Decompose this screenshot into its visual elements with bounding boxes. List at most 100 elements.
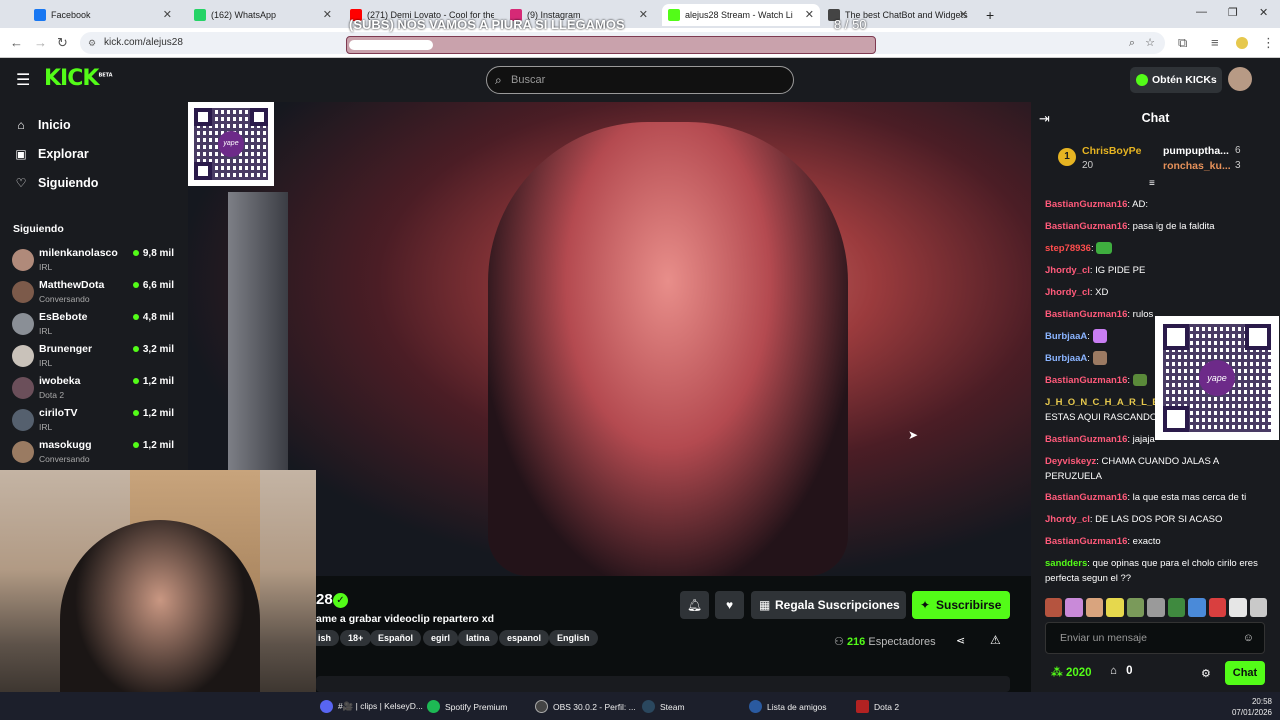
tab-facebook[interactable]: Facebook ✕ xyxy=(28,4,178,26)
chat-username[interactable]: BastianGuzman16 xyxy=(1045,536,1127,547)
chat-username[interactable]: sandders xyxy=(1045,558,1087,569)
chat-message: Jhordy_cl: XD xyxy=(1045,287,1109,298)
back-icon[interactable]: ← xyxy=(10,35,23,50)
hamburger-menu-icon[interactable]: ☰ xyxy=(16,70,30,90)
subscribe-button[interactable]: ✦ Suscribirse xyxy=(912,591,1010,619)
tab-whatsapp[interactable]: (162) WhatsApp ✕ xyxy=(188,4,338,26)
following-channel[interactable]: masokugg Conversando 1,2 mil xyxy=(12,437,180,467)
chat-username[interactable]: BastianGuzman16 xyxy=(1045,434,1127,445)
share-icon[interactable]: ⋖ xyxy=(956,634,965,647)
chat-username[interactable]: BurbjaaA xyxy=(1045,331,1087,342)
sidebar-item-siguiendo[interactable]: ♡ Siguiendo xyxy=(14,176,99,190)
follow-button[interactable]: ♥ xyxy=(715,591,744,619)
taskbar-item-friends[interactable]: Lista de amigos xyxy=(749,700,827,713)
close-icon[interactable]: ✕ xyxy=(163,8,172,21)
emote-icon[interactable] xyxy=(1065,598,1083,617)
chat-username[interactable]: BastianGuzman16 xyxy=(1045,375,1127,386)
chat-username[interactable]: BastianGuzman16 xyxy=(1045,221,1127,232)
emote-icon[interactable] xyxy=(1229,598,1247,617)
taskbar-item-discord[interactable]: #🎥 | clips | KelseyD... xyxy=(320,700,423,713)
stream-tag[interactable]: English xyxy=(549,630,598,646)
emote-icon[interactable] xyxy=(1208,598,1227,617)
emote-icon[interactable] xyxy=(1147,598,1165,617)
following-channel[interactable]: ciriloTV IRL 1,2 mil xyxy=(12,405,180,435)
minimize-icon[interactable]: — xyxy=(1196,6,1207,18)
taskbar-item-dota[interactable]: Dota 2 xyxy=(856,700,899,713)
following-section-title: Siguiendo xyxy=(13,223,64,235)
expand-leaderboard-icon[interactable]: ≡ xyxy=(1149,178,1155,189)
site-header: ☰ KICKBETA ⌕ Buscar Obtén KICKs xyxy=(0,58,1280,102)
following-channel[interactable]: EsBebote IRL 4,8 mil xyxy=(12,309,180,339)
viewers-label: Espectadores xyxy=(868,636,936,648)
kicks-balance[interactable]: ⁂ 2020 xyxy=(1051,665,1092,679)
chat-username[interactable]: step78936 xyxy=(1045,243,1091,254)
stream-tag[interactable]: latina xyxy=(458,630,498,646)
gift-subs-button[interactable]: ▦ Regala Suscripciones xyxy=(751,591,906,619)
following-channel[interactable]: iwobeka Dota 2 1,2 mil xyxy=(12,373,180,403)
reload-icon[interactable]: ↻ xyxy=(57,35,68,51)
streamer-name[interactable]: 28 xyxy=(316,591,333,608)
chat-message: BastianGuzman16: pasa ig de la faldita xyxy=(1045,221,1215,232)
chat-message-input[interactable]: Enviar un mensaje ☺ xyxy=(1045,622,1265,654)
chat-settings-icon[interactable]: ⚙ xyxy=(1201,667,1211,680)
close-icon[interactable]: ✕ xyxy=(639,8,648,21)
report-icon[interactable]: ⚠ xyxy=(990,633,1001,647)
emote-icon[interactable] xyxy=(1249,598,1267,617)
top-gifter-name[interactable]: ChrisBoyPe xyxy=(1082,145,1142,157)
close-icon[interactable]: ✕ xyxy=(805,8,814,21)
browser-menu-icon[interactable]: ⋮ xyxy=(1262,35,1275,51)
taskbar-item-obs[interactable]: OBS 30.0.2 - Perfil: ... xyxy=(535,700,636,713)
chat-username[interactable]: BastianGuzman16 xyxy=(1045,199,1127,210)
following-channel[interactable]: milenkanolasco IRL 9,8 mil xyxy=(12,245,180,275)
site-info-icon[interactable]: ⚙ xyxy=(88,32,96,54)
close-window-icon[interactable]: ✕ xyxy=(1259,6,1268,19)
maximize-icon[interactable]: ❐ xyxy=(1228,6,1238,19)
new-tab-button[interactable]: + xyxy=(980,4,1000,26)
gifter-name[interactable]: ronchas_ku... xyxy=(1163,160,1231,172)
emote-icon[interactable] xyxy=(1126,598,1145,617)
chat-username[interactable]: Jhordy_cl xyxy=(1045,265,1090,276)
tab-kick-stream[interactable]: alejus28 Stream - Watch Li ✕ xyxy=(662,4,820,26)
stream-tag[interactable]: 18+ xyxy=(340,630,372,646)
sidebar-item-inicio[interactable]: ⌂ Inicio xyxy=(14,118,70,132)
notification-bell-button[interactable]: 🔔︎ xyxy=(680,591,709,619)
chat-send-button[interactable]: Chat xyxy=(1225,661,1265,685)
chat-username[interactable]: BastianGuzman16 xyxy=(1045,492,1127,503)
taskbar-item-spotify[interactable]: Spotify Premium xyxy=(427,700,507,713)
emote-icon[interactable] xyxy=(1085,598,1104,617)
emote-icon[interactable] xyxy=(1045,598,1063,617)
following-channel[interactable]: MatthewDota Conversando 6,6 mil xyxy=(12,277,180,307)
kick-logo[interactable]: KICKBETA xyxy=(44,66,113,91)
chat-username[interactable]: Jhordy_cl xyxy=(1045,287,1090,298)
close-icon[interactable]: ✕ xyxy=(959,8,968,21)
stream-tag[interactable]: Español xyxy=(370,630,422,646)
chat-username[interactable]: BurbjaaA xyxy=(1045,353,1087,364)
media-icon[interactable]: ≡ xyxy=(1211,35,1219,50)
profile-icon[interactable] xyxy=(1236,37,1248,49)
chat-username[interactable]: Deyviskeyz xyxy=(1045,456,1096,467)
emote-icon[interactable] xyxy=(1106,598,1124,617)
forward-icon[interactable]: → xyxy=(34,35,47,50)
stream-tag[interactable]: espanol xyxy=(499,630,550,646)
taskbar-label: OBS 30.0.2 - Perfil: ... xyxy=(553,701,636,712)
sidebar-item-explorar[interactable]: ▣ Explorar xyxy=(14,147,88,161)
bookmark-star-icon[interactable]: ☆ xyxy=(1145,32,1155,54)
get-kicks-button[interactable]: Obtén KICKs xyxy=(1130,67,1222,93)
close-icon[interactable]: ✕ xyxy=(323,8,332,21)
gifter-name[interactable]: pumpuptha... xyxy=(1163,145,1229,157)
zoom-icon[interactable]: ⌕ xyxy=(1129,32,1135,54)
user-avatar[interactable] xyxy=(1228,67,1252,91)
chat-username[interactable]: Jhordy_cl xyxy=(1045,514,1090,525)
system-clock[interactable]: 20:58 07/01/2026 xyxy=(1232,696,1272,718)
emote-icon[interactable] xyxy=(1167,598,1186,617)
emoji-picker-icon[interactable]: ☺ xyxy=(1243,623,1254,653)
following-channel[interactable]: Brunenger IRL 3,2 mil xyxy=(12,341,180,371)
gift-counter[interactable]: ⌂ 0 xyxy=(1110,665,1133,677)
chat-username[interactable]: BastianGuzman16 xyxy=(1045,309,1127,320)
stream-tag[interactable]: egirl xyxy=(423,630,459,646)
extensions-icon[interactable]: ⧉ xyxy=(1178,35,1187,51)
taskbar-item-steam[interactable]: Steam xyxy=(642,700,685,713)
search-input[interactable]: ⌕ Buscar xyxy=(486,66,794,94)
emote-icon[interactable] xyxy=(1188,598,1206,617)
chat-username[interactable]: J_H_O_N_C_H_A_R_L_E xyxy=(1045,397,1159,408)
